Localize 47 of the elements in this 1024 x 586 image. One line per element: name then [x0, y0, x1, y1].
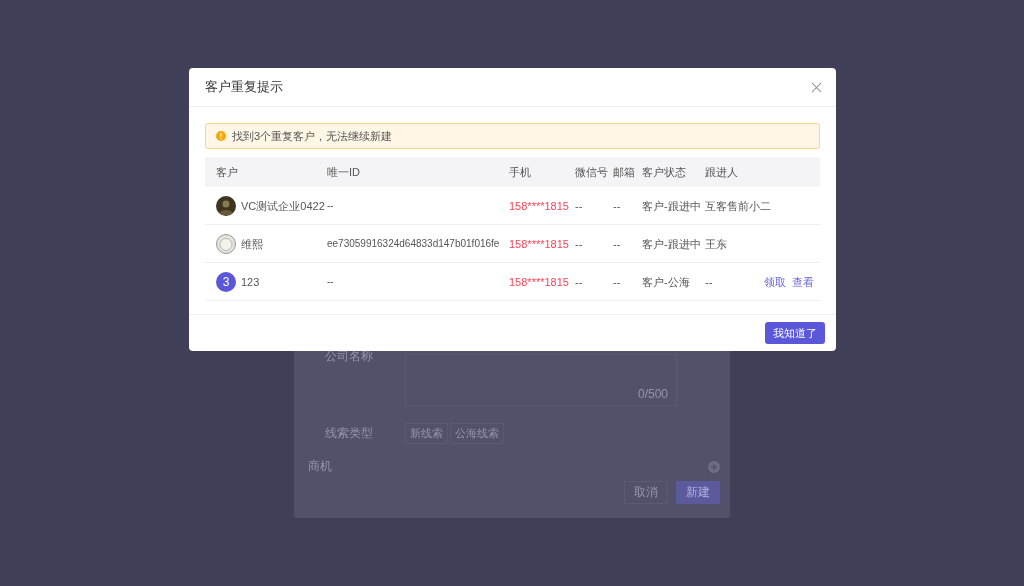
column-header: 微信号	[575, 165, 609, 179]
close-icon[interactable]	[811, 81, 822, 93]
table-cell-text: --	[613, 236, 622, 251]
table-cell-text: --	[327, 274, 335, 289]
owner-name: --	[705, 274, 714, 289]
column-header: 手机	[509, 165, 532, 179]
create-button[interactable]: 新建	[676, 481, 720, 504]
table-cell-text: ee73059916324d64833d147b01f016fe	[327, 236, 501, 251]
status-text: 客户-跟进中	[642, 198, 702, 213]
avatar-icon	[216, 233, 236, 254]
table-cell-text: --	[613, 198, 622, 213]
field-label: 线索类型	[325, 424, 374, 442]
phone-number: 158****1815	[509, 236, 570, 251]
table-cell-text: --	[575, 198, 584, 213]
add-icon[interactable]	[708, 460, 720, 473]
table-cell-text: --	[575, 236, 584, 251]
owner-name: 王东	[705, 236, 728, 251]
dialog-title: 客户重复提示	[205, 78, 283, 96]
column-header: 邮箱	[613, 165, 636, 179]
avatar-icon	[216, 195, 236, 216]
action-link[interactable]: 查看	[792, 274, 814, 289]
tag-option[interactable]: 新线索	[405, 422, 448, 444]
action-link[interactable]: 领取	[764, 274, 786, 289]
textarea-field[interactable]: 0/500	[405, 354, 677, 406]
alert-text: 找到3个重复客户，无法继续新建	[232, 128, 393, 144]
confirm-button[interactable]: 我知道了	[765, 322, 825, 344]
table-cell-text: --	[613, 274, 622, 289]
table-cell-text: --	[327, 198, 335, 213]
warning-icon	[216, 131, 226, 141]
table-cell-text: --	[575, 274, 584, 289]
cancel-button[interactable]: 取消	[624, 481, 668, 504]
section-title: 商机	[308, 458, 332, 475]
phone-number: 158****1815	[509, 198, 570, 213]
customer-name[interactable]: 123	[241, 274, 260, 289]
status-text: 客户-跟进中	[642, 236, 702, 251]
column-header: 客户	[215, 165, 239, 179]
owner-name: 互客售前小二	[705, 198, 772, 213]
column-header: 唯一ID	[327, 165, 361, 179]
phone-number: 158****1815	[509, 274, 570, 289]
avatar-badge: 3	[216, 271, 236, 292]
status-text: 客户-公海	[642, 274, 691, 289]
customer-name[interactable]: 维熙	[241, 236, 263, 251]
field-label: 公司名称	[325, 348, 374, 365]
customer-name[interactable]: VC测试企业0422	[241, 198, 325, 213]
column-header: 跟进人	[705, 165, 739, 179]
tag-option[interactable]: 公海线索	[450, 422, 504, 444]
column-header: 客户状态	[642, 165, 687, 179]
